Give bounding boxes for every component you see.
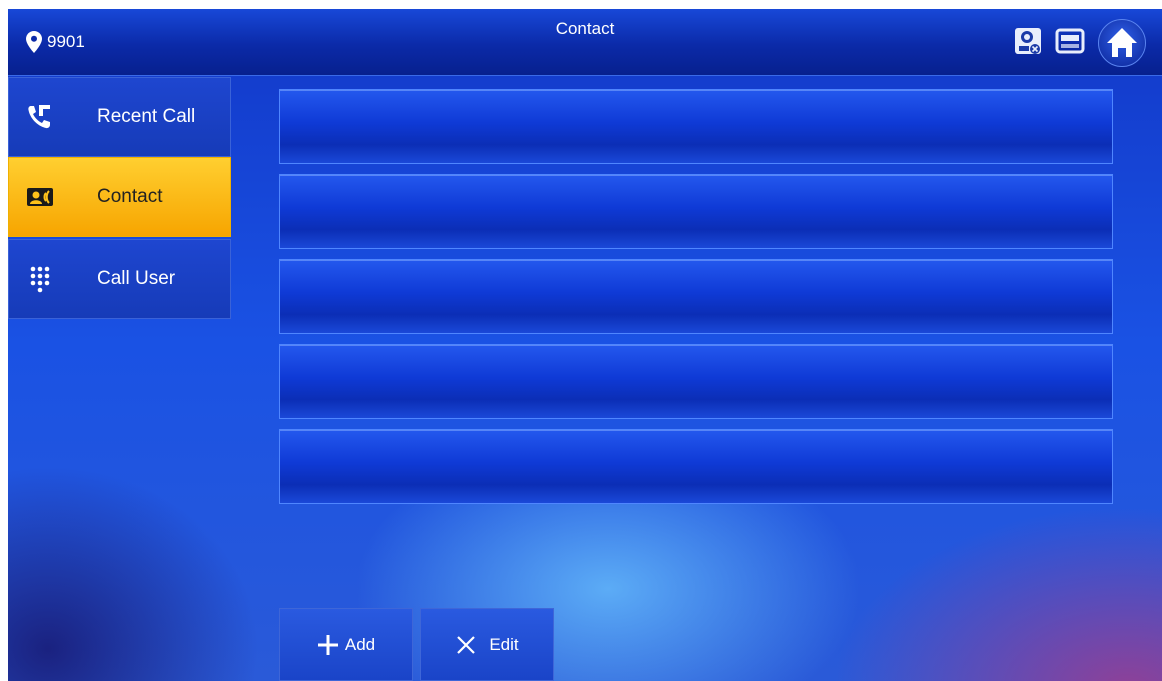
monitor-icon[interactable]	[1054, 25, 1086, 57]
sidebar-item-call-user[interactable]: Call User	[8, 239, 231, 319]
keypad-icon	[30, 266, 50, 293]
edit-button[interactable]: Edit	[420, 608, 554, 681]
sidebar-item-contact[interactable]: Contact	[8, 157, 231, 237]
contact-row-3[interactable]	[279, 259, 1113, 334]
close-icon	[457, 635, 476, 654]
home-icon	[1107, 28, 1137, 57]
add-button[interactable]: Add	[279, 608, 413, 681]
app-screen: 9901 Contact Recent Call Contact Call Us…	[8, 9, 1162, 681]
sidebar-item-label: Call User	[97, 268, 176, 289]
plus-icon	[317, 634, 338, 655]
add-label: Add	[344, 634, 376, 654]
sidebar-item-recent-call[interactable]: Recent Call	[8, 77, 231, 157]
recent-call-icon	[28, 105, 50, 129]
top-bar: 9901 Contact	[8, 9, 1162, 76]
camera-disconnected-icon[interactable]	[1012, 25, 1044, 57]
home-button[interactable]	[1098, 19, 1146, 67]
sidebar-item-label: Recent Call	[97, 106, 196, 127]
contact-row-5[interactable]	[279, 429, 1113, 504]
sidebar-item-label: Contact	[97, 186, 163, 207]
contact-row-4[interactable]	[279, 344, 1113, 419]
contact-card-icon	[27, 188, 53, 206]
contact-row-1[interactable]	[279, 89, 1113, 164]
edit-label: Edit	[489, 634, 519, 654]
page-title: Contact	[555, 19, 615, 38]
contact-row-2[interactable]	[279, 174, 1113, 249]
